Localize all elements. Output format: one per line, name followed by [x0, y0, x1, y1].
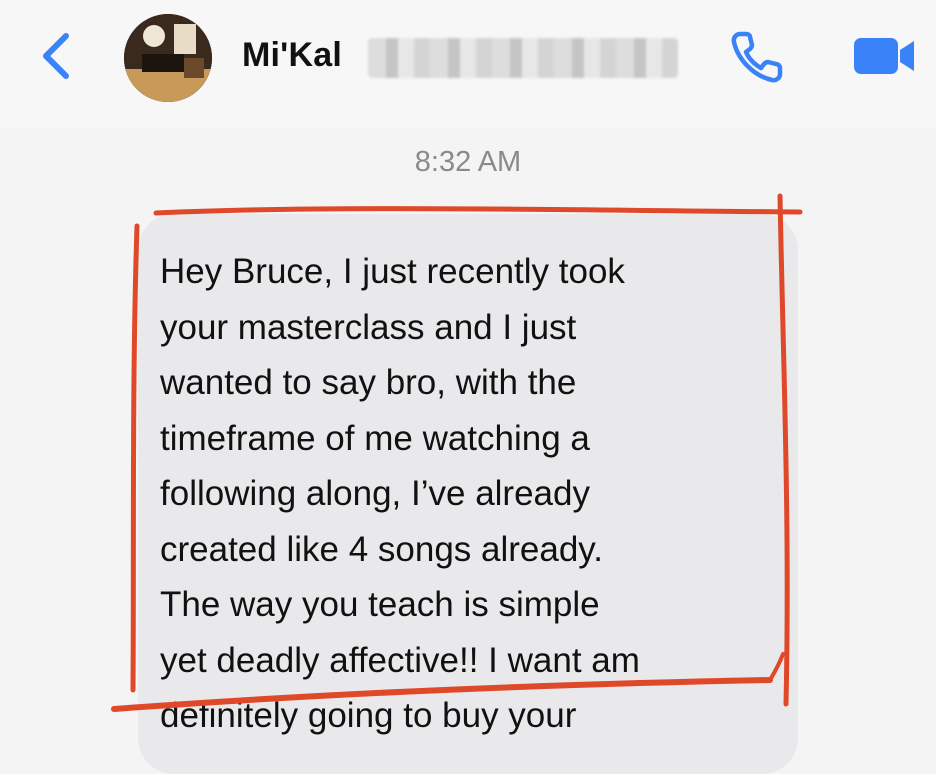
- conversation-header: Mi'Kal: [0, 0, 936, 128]
- video-camera-icon[interactable]: [850, 32, 920, 80]
- message-text: Hey Bruce, I just recently took your mas…: [160, 252, 640, 735]
- redacted-surname: [368, 38, 678, 78]
- avatar-photo: [124, 14, 212, 102]
- message-timestamp: 8:32 AM: [414, 146, 522, 178]
- annotation-left-stroke: [130, 223, 140, 693]
- chevron-left-icon[interactable]: [36, 30, 76, 82]
- contact-name[interactable]: Mi'Kal: [242, 36, 342, 75]
- avatar[interactable]: [124, 14, 212, 102]
- annotation-top-stroke: [153, 206, 803, 216]
- phone-icon[interactable]: [730, 28, 790, 84]
